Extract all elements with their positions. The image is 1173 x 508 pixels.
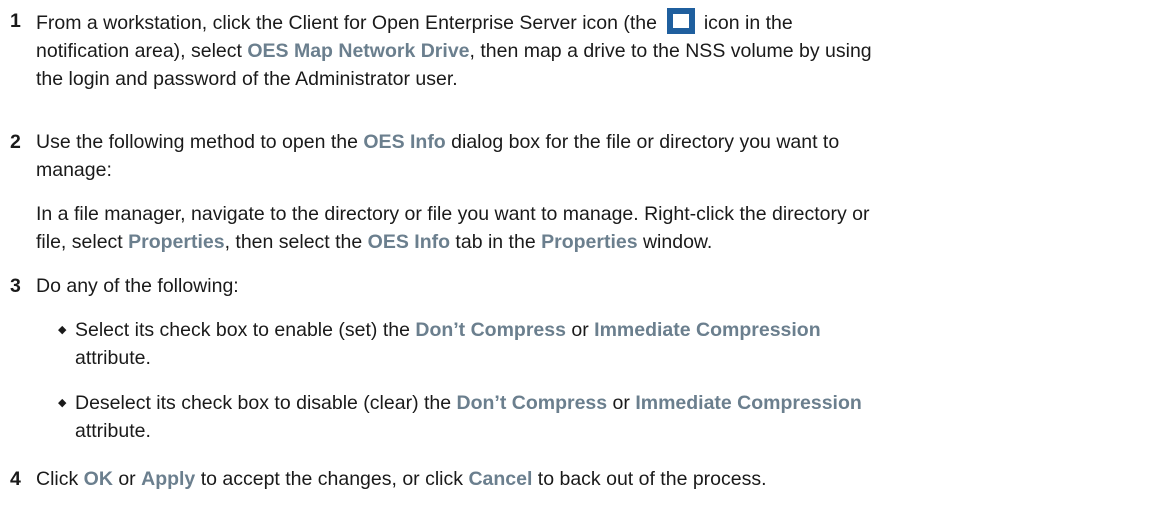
step-body: From a workstation, click the Client for… [36, 7, 1160, 93]
step-number: 3 [10, 275, 21, 297]
ui-term-dont-compress: Don’t Compress [415, 319, 566, 341]
ui-term-properties: Properties [128, 231, 225, 253]
step-text: attribute. [75, 420, 151, 442]
step-text: Do any of the following: [36, 275, 239, 297]
step-text: to accept the changes, or click [195, 468, 469, 490]
step-number: 4 [10, 468, 21, 490]
step-text: , then map a drive to the NSS volume by … [469, 40, 872, 62]
bullet-body: Select its check box to enable (set) the… [75, 316, 821, 372]
ui-term-oes-info: OES Info [367, 231, 451, 253]
step-text: to back out of the process. [532, 468, 767, 490]
step-text: or [565, 319, 595, 341]
ui-term-apply: Apply [141, 468, 196, 490]
step-text: From a workstation, click the Client for… [36, 12, 663, 34]
step-text: the login and password of the Administra… [36, 68, 458, 90]
ui-term-immediate-compression: Immediate Compression [635, 392, 862, 414]
step-body: Click OK or Apply to accept the changes,… [36, 465, 1160, 493]
bullet-icon: ◆ [58, 397, 67, 409]
step-text: attribute. [75, 347, 151, 369]
ui-term-immediate-compression: Immediate Compression [594, 319, 821, 341]
step-text: dialog box for the file or directory you… [445, 131, 840, 153]
step-text: tab in the [450, 231, 542, 253]
ui-term-dont-compress: Don’t Compress [456, 392, 608, 414]
ui-term-cancel: Cancel [468, 468, 533, 490]
step-body: In a file manager, navigate to the direc… [36, 200, 1160, 256]
step-text: Deselect its check box to disable (clear… [75, 392, 457, 414]
step-number: 2 [10, 131, 21, 153]
oes-client-icon [666, 7, 696, 35]
step-text: manage: [36, 159, 112, 181]
step-text: or [112, 468, 142, 490]
step-text: Use the following method to open the [36, 131, 364, 153]
step-text: In a file manager, navigate to the direc… [36, 203, 870, 225]
step-body: Use the following method to open the OES… [36, 128, 1160, 184]
step-text: or [607, 392, 636, 414]
bullet-icon: ◆ [58, 324, 67, 336]
step-text: Click [36, 468, 84, 490]
step-text: Select its check box to enable (set) the [75, 319, 416, 341]
ui-term-oes-map-network-drive: OES Map Network Drive [247, 40, 470, 62]
ui-term-oes-info: OES Info [363, 131, 446, 153]
ui-term-properties: Properties [541, 231, 638, 253]
step-text: icon in the [698, 12, 793, 34]
step-text: file, select [36, 231, 129, 253]
step-text: window. [637, 231, 713, 253]
step-body: Do any of the following: [36, 272, 1160, 300]
ui-term-ok: OK [83, 468, 113, 490]
step-number: 1 [10, 10, 21, 32]
step-text: notification area), select [36, 40, 248, 62]
bullet-body: Deselect its check box to disable (clear… [75, 389, 862, 445]
procedure-document: 1 From a workstation, click the Client f… [0, 0, 1173, 508]
step-text: , then select the [224, 231, 368, 253]
